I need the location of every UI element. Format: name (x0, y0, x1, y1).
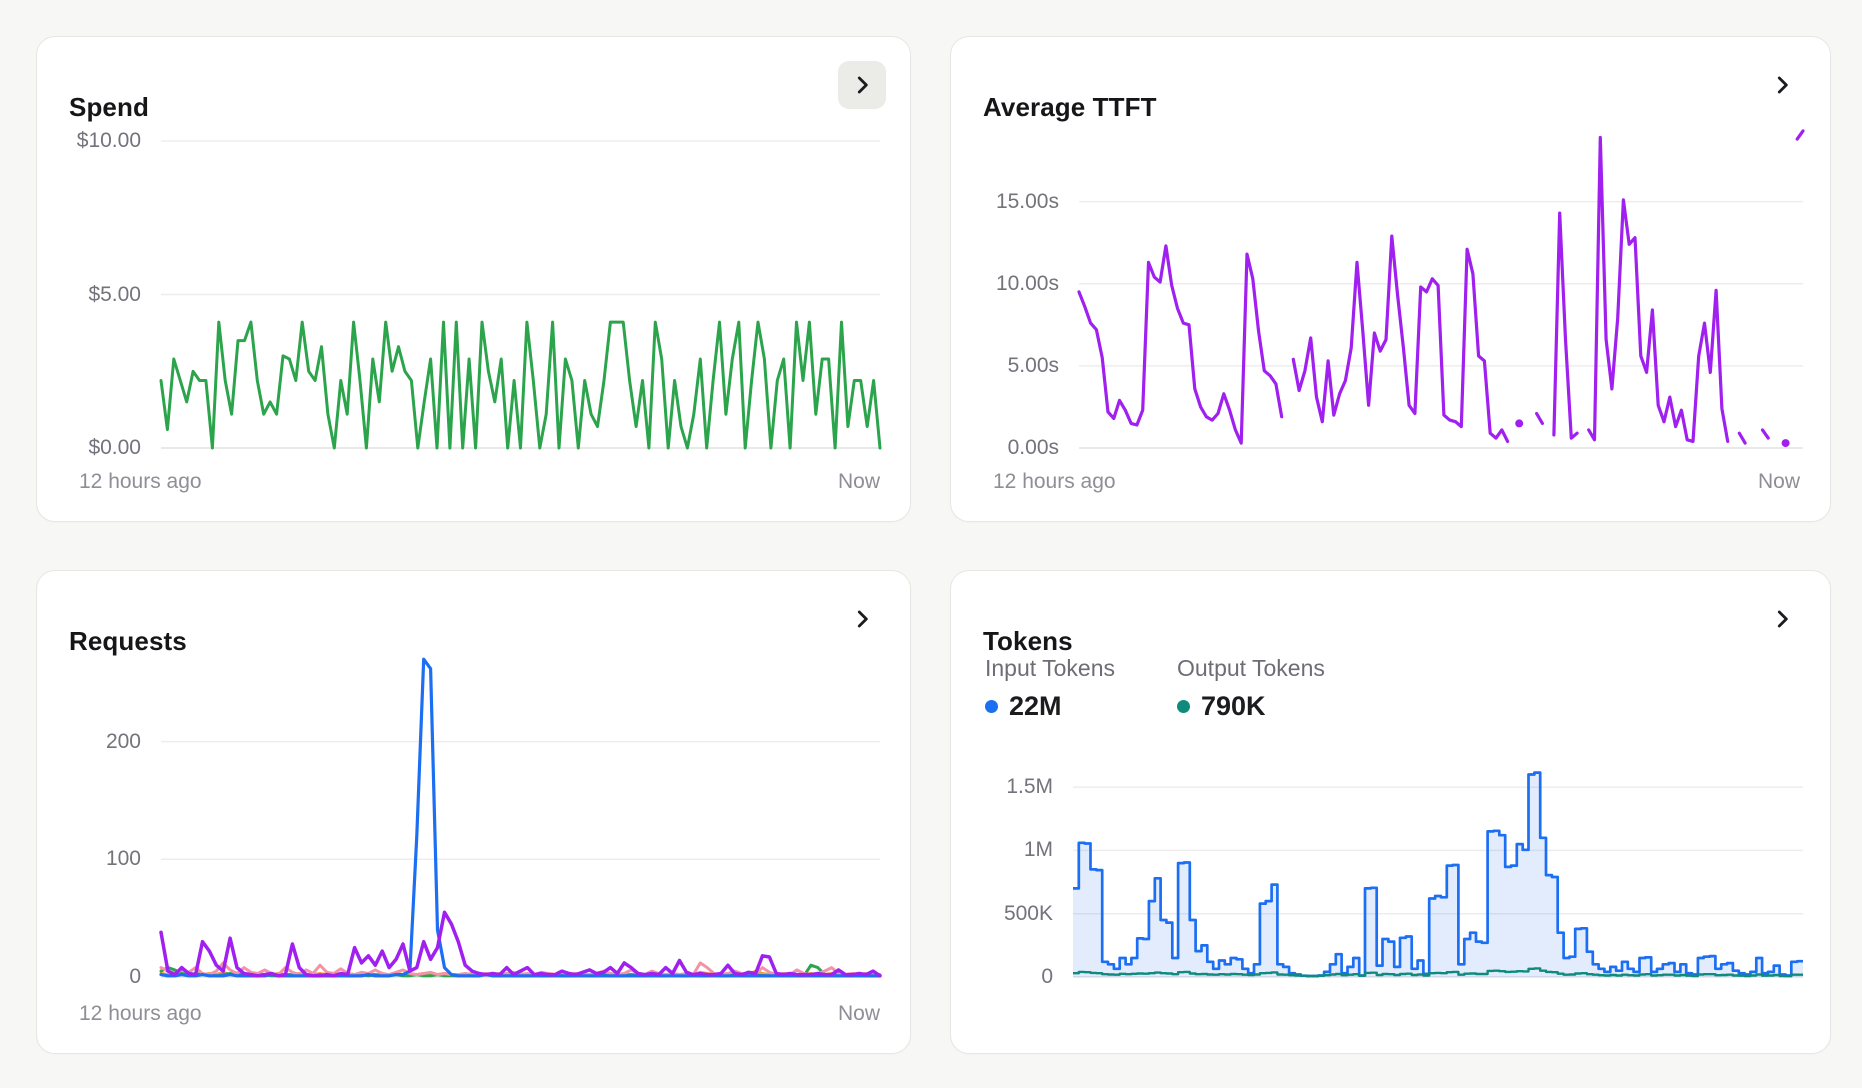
y-axis-tick-label: 15.00s (996, 188, 1059, 216)
chevron-right-icon (1769, 72, 1795, 98)
output-tokens-legend-item: Output Tokens 790K (1177, 655, 1339, 722)
ttft-card: Average TTFT 15.00s 10.00s 5.00s 0.00s 12 h… (950, 36, 1831, 522)
input-tokens-dot-icon (985, 700, 998, 713)
output-tokens-dot-icon (1177, 700, 1190, 713)
tokens-card-title: Tokens (983, 626, 1073, 657)
chevron-right-icon (849, 72, 875, 98)
y-axis-tick-label: 1M (1024, 836, 1053, 864)
spend-card: Spend $10.00$5.00$0.00 12 hours ago Now (36, 36, 911, 522)
requests-y-axis: 2001000 (37, 651, 161, 977)
tokens-chart-plot (1073, 765, 1803, 977)
x-axis-start-label: 12 hours ago (993, 469, 1116, 495)
y-axis-tick-label: 5.00s (1008, 352, 1059, 380)
y-axis-tick-label: 100 (106, 845, 141, 873)
output-tokens-label: Output Tokens (1177, 655, 1339, 682)
spend-y-axis: $10.00$5.00$0.00 (37, 141, 161, 448)
x-axis-end-label: Now (838, 469, 880, 495)
y-axis-tick-label: $10.00 (77, 127, 141, 155)
y-axis-tick-label: 500K (1004, 900, 1053, 928)
chart-svg (161, 141, 880, 448)
output-tokens-total: 790K (1201, 691, 1266, 722)
chevron-right-icon (1769, 606, 1795, 632)
ttft-chart-plot (1079, 126, 1803, 448)
input-tokens-label: Input Tokens (985, 655, 1147, 682)
y-axis-tick-label: $5.00 (88, 281, 141, 309)
y-axis-tick-label: 0 (1041, 963, 1053, 991)
tokens-y-axis: 1.5M1M500K0 (951, 765, 1073, 977)
ttft-y-axis: 15.00s10.00s5.00s0.00s (951, 126, 1079, 448)
chart-svg (1079, 126, 1803, 448)
y-axis-tick-label: 10.00s (996, 270, 1059, 298)
y-axis-tick-label: 200 (106, 728, 141, 756)
y-axis-tick-label: 0.00s (1008, 434, 1059, 462)
spend-card-open-button[interactable] (838, 61, 886, 109)
requests-chart-plot (161, 651, 880, 977)
x-axis-end-label: Now (838, 1001, 880, 1027)
chart-svg (1073, 765, 1803, 977)
y-axis-tick-label: 1.5M (1006, 773, 1053, 801)
spend-card-title: Spend (69, 92, 149, 123)
tokens-card: Tokens Input Tokens 22M Output Tokens 79… (950, 570, 1831, 1054)
tokens-legend: Input Tokens 22M Output Tokens 790K (985, 655, 1339, 722)
y-axis-tick-label: 0 (129, 963, 141, 991)
requests-x-axis: 12 hours ago Now (79, 1001, 880, 1027)
chart-svg (161, 651, 880, 977)
requests-card-open-button[interactable] (838, 595, 886, 643)
tokens-card-open-button[interactable] (1758, 595, 1806, 643)
ttft-x-axis: 12 hours ago Now (993, 469, 1800, 495)
x-axis-end-label: Now (1758, 469, 1800, 495)
usage-dashboard: { "cards": { "spend": {"title": "Spend",… (0, 0, 1862, 1088)
requests-card: Requests 2001000 12 hours ago Now (36, 570, 911, 1054)
y-axis-tick-label: $0.00 (88, 434, 141, 462)
x-axis-start-label: 12 hours ago (79, 469, 202, 495)
input-tokens-total: 22M (1009, 691, 1062, 722)
chevron-right-icon (849, 606, 875, 632)
ttft-card-title: Average TTFT (983, 92, 1157, 123)
input-tokens-legend-item: Input Tokens 22M (985, 655, 1147, 722)
spend-chart-plot (161, 141, 880, 448)
x-axis-start-label: 12 hours ago (79, 1001, 202, 1027)
ttft-card-open-button[interactable] (1758, 61, 1806, 109)
spend-x-axis: 12 hours ago Now (79, 469, 880, 495)
